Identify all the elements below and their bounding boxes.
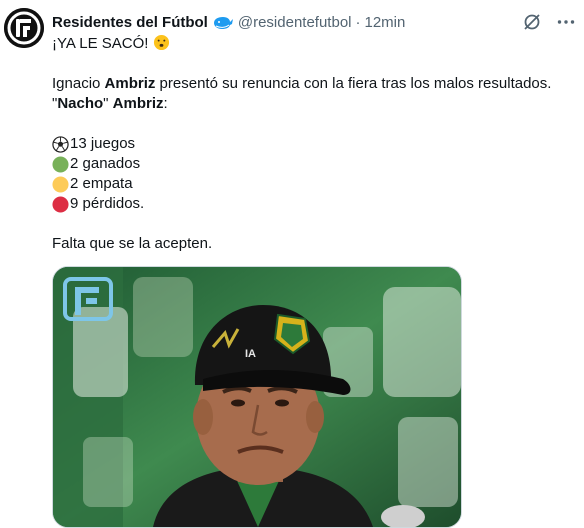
stat-games: 13 juegos xyxy=(52,134,577,154)
header-actions xyxy=(522,11,576,33)
tweet-media-photo[interactable]: IA xyxy=(52,266,462,528)
svg-text:IA: IA xyxy=(245,348,256,360)
author-handle[interactable]: @residentefutbol xyxy=(238,14,352,31)
tweet-header: Residentes del Fútbol @residentefutbol ·… xyxy=(52,11,576,33)
bold-name: Ambriz xyxy=(104,75,156,92)
text-segment: presentó su renuncia con la fiera tras l… xyxy=(155,75,552,92)
soccer-ball-icon xyxy=(52,135,69,153)
closing-text: Falta que se la acepten. xyxy=(52,235,213,252)
stat-draw: 2 empata xyxy=(52,174,577,194)
draw-count: 2 empata xyxy=(70,175,133,192)
tweet-line: ¡YA LE SACÓ! xyxy=(52,34,577,54)
grok-icon[interactable] xyxy=(522,12,542,32)
red-circle-icon xyxy=(52,195,69,213)
more-icon[interactable] xyxy=(556,12,576,32)
stat-won: 2 ganados xyxy=(52,154,577,174)
lost-count: 9 pérdidos. xyxy=(70,195,145,212)
shushing-face-icon xyxy=(153,34,169,51)
bold-nickname: Nacho xyxy=(57,95,104,112)
text-segment: Ignacio xyxy=(52,75,105,92)
yellow-circle-icon xyxy=(52,175,69,193)
games-count: 13 juegos xyxy=(70,135,136,152)
coach-photo: IA xyxy=(53,267,461,527)
text-segment: : xyxy=(163,95,168,112)
won-count: 2 ganados xyxy=(70,155,141,172)
separator-dot: · xyxy=(355,13,361,31)
avatar[interactable] xyxy=(4,8,44,48)
tweet-line: Ignacio Ambriz presentó su renuncia con … xyxy=(52,74,577,94)
tweet-line: Falta que se la acepten. xyxy=(52,234,577,254)
green-circle-icon xyxy=(52,155,69,173)
timestamp[interactable]: 12min xyxy=(365,14,406,31)
tweet-line: "Nacho" Ambriz: xyxy=(52,94,577,114)
stat-lost: 9 pérdidos. xyxy=(52,194,577,214)
headline-text: ¡YA LE SACÓ! xyxy=(52,35,153,52)
text-segment: " xyxy=(103,95,113,112)
whale-badge-icon xyxy=(213,17,233,29)
tweet-text: ¡YA LE SACÓ! Ignacio Ambriz presentó su … xyxy=(52,34,577,254)
rf-logo-icon xyxy=(4,8,44,48)
author-name[interactable]: Residentes del Fútbol xyxy=(52,14,208,31)
bold-name: Ambriz xyxy=(112,95,164,112)
